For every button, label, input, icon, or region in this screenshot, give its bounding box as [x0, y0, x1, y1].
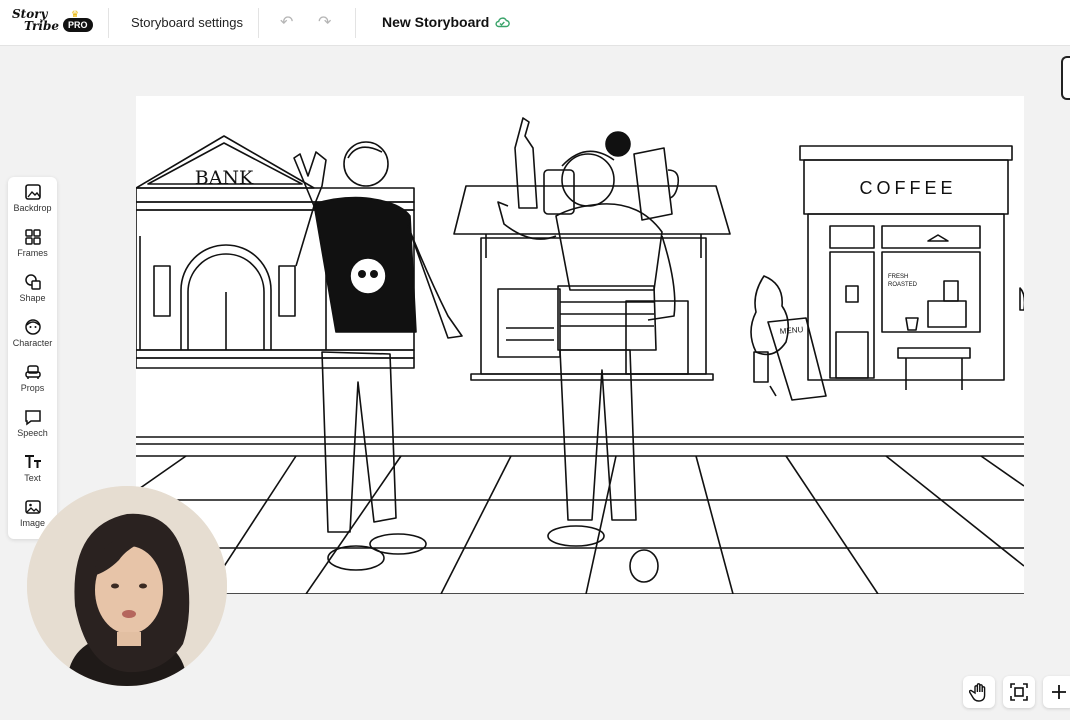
pan-tool-button[interactable]: [963, 676, 995, 708]
tool-props[interactable]: Props: [8, 357, 57, 401]
presenter-video-feed: [27, 486, 227, 686]
frames-icon: [24, 229, 41, 245]
bank-sign: BANK: [195, 167, 254, 189]
webcam-bubble[interactable]: [27, 486, 227, 686]
pavement: [136, 436, 1024, 594]
speech-icon: [24, 410, 41, 426]
fit-to-screen-button[interactable]: [1003, 676, 1035, 708]
tool-label: Text: [24, 473, 41, 483]
tool-backdrop[interactable]: Backdrop: [8, 177, 57, 221]
storyboard-canvas[interactable]: BANK COFFEE FRESH ROASTED MENU: [136, 96, 1024, 594]
tool-palette: Backdrop Frames Shape Character Props Sp…: [8, 177, 57, 539]
props-icon: [24, 365, 41, 379]
backdrop-icon: [24, 184, 41, 200]
logo-line-2: Tribe: [24, 19, 59, 33]
fresh-label: FRESH: [888, 274, 908, 280]
cloud-saved-icon: [495, 17, 510, 28]
divider: [108, 8, 109, 38]
divider: [258, 8, 259, 38]
tool-frames[interactable]: Frames: [8, 222, 57, 266]
roasted-label: ROASTED: [888, 282, 918, 288]
tool-character[interactable]: Character: [8, 312, 57, 356]
fit-screen-icon: [1010, 683, 1028, 701]
storytribe-logo[interactable]: Story Tribe ♛ PRO: [12, 6, 93, 40]
tool-label: Frames: [17, 248, 48, 258]
tool-label: Backdrop: [13, 203, 52, 213]
image-icon: [24, 500, 41, 514]
storyboard-title[interactable]: New Storyboard: [382, 14, 489, 30]
tool-label: Character: [12, 338, 53, 348]
street-scene-illustration: BANK COFFEE FRESH ROASTED MENU: [136, 117, 1024, 594]
tool-label: Speech: [17, 428, 48, 438]
top-bar: Story Tribe ♛ PRO Storyboard settings ↶ …: [0, 0, 1070, 46]
middle-shop: [453, 117, 731, 381]
shape-icon: [24, 274, 41, 290]
man-character: [293, 141, 463, 571]
menu-sign: MENU: [779, 325, 803, 336]
coffee-sign: COFFEE: [859, 178, 956, 198]
side-panel-handle[interactable]: [1061, 56, 1070, 100]
pro-badge: PRO: [63, 18, 93, 32]
undo-icon[interactable]: ↶: [280, 12, 293, 32]
zoom-in-button[interactable]: [1043, 676, 1070, 708]
tool-label: Shape: [19, 293, 46, 303]
character-icon: [24, 319, 41, 335]
redo-icon[interactable]: ↷: [318, 12, 331, 32]
text-icon: [24, 455, 41, 468]
tool-shape[interactable]: Shape: [8, 267, 57, 311]
tool-label: Props: [20, 383, 45, 393]
plus-icon: [1052, 685, 1066, 699]
hand-icon: [969, 683, 986, 702]
tool-text[interactable]: Text: [8, 447, 57, 491]
divider: [355, 8, 356, 38]
tool-speech[interactable]: Speech: [8, 402, 57, 446]
storyboard-settings-button[interactable]: Storyboard settings: [131, 15, 243, 30]
